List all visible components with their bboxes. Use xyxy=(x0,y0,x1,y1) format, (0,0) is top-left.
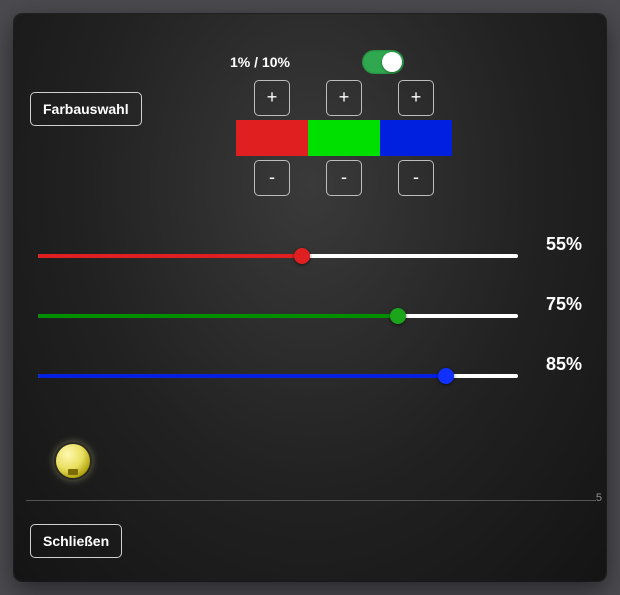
green-value-label: 75% xyxy=(546,294,582,315)
red-plus-button[interactable]: + xyxy=(254,80,290,116)
green-slider-thumb[interactable] xyxy=(390,308,406,324)
lightbulb-icon[interactable] xyxy=(56,444,90,478)
header: 1% / 10% xyxy=(14,14,606,74)
green-plus-button[interactable]: + xyxy=(326,80,362,116)
blue-slider-thumb[interactable] xyxy=(438,368,454,384)
rgb-adjust-grid: + + + - - - xyxy=(236,76,454,200)
red-value-label: 55% xyxy=(546,234,582,255)
red-slider-fill xyxy=(38,254,302,258)
footer-divider xyxy=(26,500,596,501)
sliders: 55% 75% 85% xyxy=(38,230,582,410)
close-button[interactable]: Schließen xyxy=(30,524,122,558)
blue-slider-fill xyxy=(38,374,446,378)
green-slider-row: 75% xyxy=(38,290,582,350)
footer-tick: 5 xyxy=(596,492,602,504)
blue-slider-row: 85% xyxy=(38,350,582,410)
red-slider[interactable] xyxy=(38,254,518,258)
green-swatch xyxy=(308,120,380,156)
blue-minus-button[interactable]: - xyxy=(398,160,434,196)
blue-plus-button[interactable]: + xyxy=(398,80,434,116)
step-label: 1% / 10% xyxy=(230,54,290,70)
color-panel: 1% / 10% Farbauswahl + + + - - - 55% xyxy=(14,14,606,581)
green-minus-button[interactable]: - xyxy=(326,160,362,196)
color-picker-button[interactable]: Farbauswahl xyxy=(30,92,142,126)
red-slider-row: 55% xyxy=(38,230,582,290)
green-slider[interactable] xyxy=(38,314,518,318)
red-slider-thumb[interactable] xyxy=(294,248,310,264)
red-swatch xyxy=(236,120,308,156)
step-toggle[interactable] xyxy=(362,50,404,74)
blue-swatch xyxy=(380,120,452,156)
toggle-knob xyxy=(382,52,402,72)
red-minus-button[interactable]: - xyxy=(254,160,290,196)
green-slider-fill xyxy=(38,314,398,318)
blue-value-label: 85% xyxy=(546,354,582,375)
blue-slider[interactable] xyxy=(38,374,518,378)
